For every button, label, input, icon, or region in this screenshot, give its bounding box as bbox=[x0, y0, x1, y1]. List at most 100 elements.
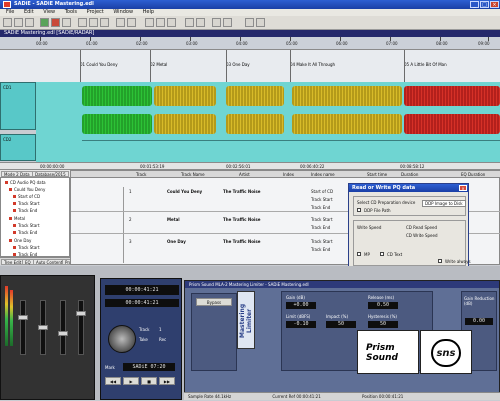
mixer-icon[interactable] bbox=[185, 18, 194, 27]
audio-clip[interactable] bbox=[82, 114, 152, 134]
limit-value[interactable]: -0.10 bbox=[286, 321, 316, 328]
bypass-button[interactable]: Bypass bbox=[196, 298, 232, 306]
audio-clip[interactable] bbox=[292, 114, 402, 134]
tree-item[interactable]: One Day bbox=[9, 238, 31, 243]
copy-icon[interactable] bbox=[89, 18, 98, 27]
record-icon[interactable] bbox=[51, 18, 60, 27]
audio-clip[interactable] bbox=[226, 114, 284, 134]
audio-clip[interactable] bbox=[404, 114, 500, 134]
track-header-2[interactable]: CD2 bbox=[0, 134, 36, 161]
track-area[interactable] bbox=[36, 82, 500, 162]
fade-icon[interactable] bbox=[156, 18, 165, 27]
fader-knob[interactable] bbox=[38, 325, 48, 330]
stop-icon[interactable] bbox=[62, 18, 71, 27]
audio-clip[interactable] bbox=[292, 86, 402, 106]
audio-clip[interactable] bbox=[226, 86, 284, 106]
tree-item[interactable]: Track End bbox=[13, 230, 37, 235]
save-icon[interactable] bbox=[25, 18, 34, 27]
tree-item[interactable]: Track Start bbox=[13, 223, 40, 228]
track-header-1[interactable]: CD1 bbox=[0, 82, 36, 130]
cell-name[interactable]: Metal bbox=[167, 217, 180, 222]
tree-item[interactable]: Track Start bbox=[13, 245, 40, 250]
fader-knob[interactable] bbox=[76, 311, 86, 316]
menu-tools[interactable]: Tools bbox=[65, 9, 77, 15]
dialog-close-button[interactable]: × bbox=[459, 185, 467, 191]
cell-note: Start of CD bbox=[311, 189, 334, 194]
close-button[interactable]: × bbox=[490, 1, 499, 8]
gain-reduction-value: 0.00 bbox=[465, 318, 493, 325]
audio-clip[interactable] bbox=[154, 86, 216, 106]
cut-icon[interactable] bbox=[78, 18, 87, 27]
release-value[interactable]: 0.50 bbox=[368, 302, 398, 309]
field-value: 1 bbox=[159, 327, 162, 332]
play-button[interactable]: ▶ bbox=[123, 377, 139, 385]
ddp-radio[interactable] bbox=[357, 208, 361, 212]
settings-icon[interactable] bbox=[245, 18, 254, 27]
cd-text-checkbox[interactable] bbox=[380, 252, 384, 256]
status-current: Current Ref 00:00:41:21 bbox=[272, 394, 321, 399]
tab-eq[interactable]: EQ bbox=[22, 259, 34, 265]
write-always-checkbox[interactable] bbox=[438, 259, 442, 263]
tree-item[interactable]: Metal bbox=[9, 216, 25, 221]
new-icon[interactable] bbox=[3, 18, 12, 27]
cd-marker[interactable]: 05 A Little Bit Of Man bbox=[404, 62, 447, 67]
fader-knob[interactable] bbox=[18, 315, 28, 320]
audio-clip[interactable] bbox=[82, 86, 152, 106]
cell-name[interactable]: Could You Deny bbox=[167, 189, 202, 194]
cell-name[interactable]: One Day bbox=[167, 239, 186, 244]
cd-marker[interactable]: 02 Metal bbox=[150, 62, 167, 67]
audio-clip[interactable] bbox=[154, 114, 216, 134]
tree-root[interactable]: CD Audio PQ data bbox=[5, 180, 46, 185]
hysteresis-value[interactable]: 50 bbox=[368, 321, 398, 328]
minimize-button[interactable]: _ bbox=[470, 1, 479, 8]
help-icon[interactable] bbox=[256, 18, 265, 27]
loop-icon[interactable] bbox=[212, 18, 221, 27]
paste-icon[interactable] bbox=[100, 18, 109, 27]
fader-track[interactable] bbox=[38, 300, 48, 355]
plugin-icon[interactable] bbox=[196, 18, 205, 27]
tab-tree-edit[interactable]: Tree Edit bbox=[1, 259, 25, 265]
tree-item[interactable]: Track Start bbox=[13, 201, 40, 206]
jog-wheel[interactable] bbox=[108, 325, 136, 353]
snap-icon[interactable] bbox=[223, 18, 232, 27]
audio-clip[interactable] bbox=[404, 86, 500, 106]
menu-edit[interactable]: Edit bbox=[24, 9, 34, 15]
gain-value[interactable]: +0.00 bbox=[286, 302, 316, 309]
zoom-out-icon[interactable] bbox=[127, 18, 136, 27]
menu-view[interactable]: View bbox=[43, 9, 55, 15]
menu-project[interactable]: Project bbox=[87, 9, 104, 15]
cd-marker[interactable]: 04 Make It All Through bbox=[290, 62, 335, 67]
cd-marker[interactable]: 01 Could You Deny bbox=[80, 62, 118, 67]
zoom-in-icon[interactable] bbox=[116, 18, 125, 27]
fader-track[interactable] bbox=[76, 300, 86, 355]
tree-item[interactable]: Track End bbox=[13, 208, 37, 213]
cell-note: Track End bbox=[311, 247, 331, 252]
timeline-ruler[interactable]: 00:00 01:00 02:00 03:00 04:00 05:00 06:0… bbox=[0, 37, 500, 50]
fader-knob[interactable] bbox=[58, 331, 68, 336]
tree-item[interactable]: Could You Deny bbox=[9, 187, 45, 192]
forward-button[interactable]: ▶▶ bbox=[159, 377, 175, 385]
menu-window[interactable]: Window bbox=[113, 9, 133, 15]
maximize-button[interactable]: □ bbox=[480, 1, 489, 8]
cell-artist[interactable]: The Traffic Noise bbox=[223, 189, 260, 194]
cell-artist[interactable]: The Traffic Noise bbox=[223, 217, 260, 222]
timecode: 00:02:56:01 bbox=[226, 164, 251, 169]
tab-auto-content[interactable]: Auto Content bbox=[33, 259, 66, 265]
fader-track[interactable] bbox=[58, 300, 68, 355]
device-select[interactable]: DDP Image to Disk bbox=[422, 200, 466, 207]
rewind-button[interactable]: ◀◀ bbox=[105, 377, 121, 385]
menu-help[interactable]: Help bbox=[143, 9, 154, 15]
open-icon[interactable] bbox=[14, 18, 23, 27]
col-header: Track Name bbox=[181, 172, 205, 177]
mp-checkbox[interactable] bbox=[357, 252, 361, 256]
cd-marker[interactable]: 03 One Day bbox=[226, 62, 250, 67]
tree-item[interactable]: Start of CD bbox=[13, 194, 40, 199]
play-icon[interactable] bbox=[40, 18, 49, 27]
trim-icon[interactable] bbox=[145, 18, 154, 27]
cell-artist[interactable]: The Traffic Noise bbox=[223, 239, 260, 244]
fader-track[interactable] bbox=[18, 300, 28, 355]
menu-file[interactable]: File bbox=[6, 9, 14, 15]
impact-value[interactable]: 50 bbox=[326, 321, 356, 328]
stop-button[interactable]: ■ bbox=[141, 377, 157, 385]
marker-icon[interactable] bbox=[167, 18, 176, 27]
